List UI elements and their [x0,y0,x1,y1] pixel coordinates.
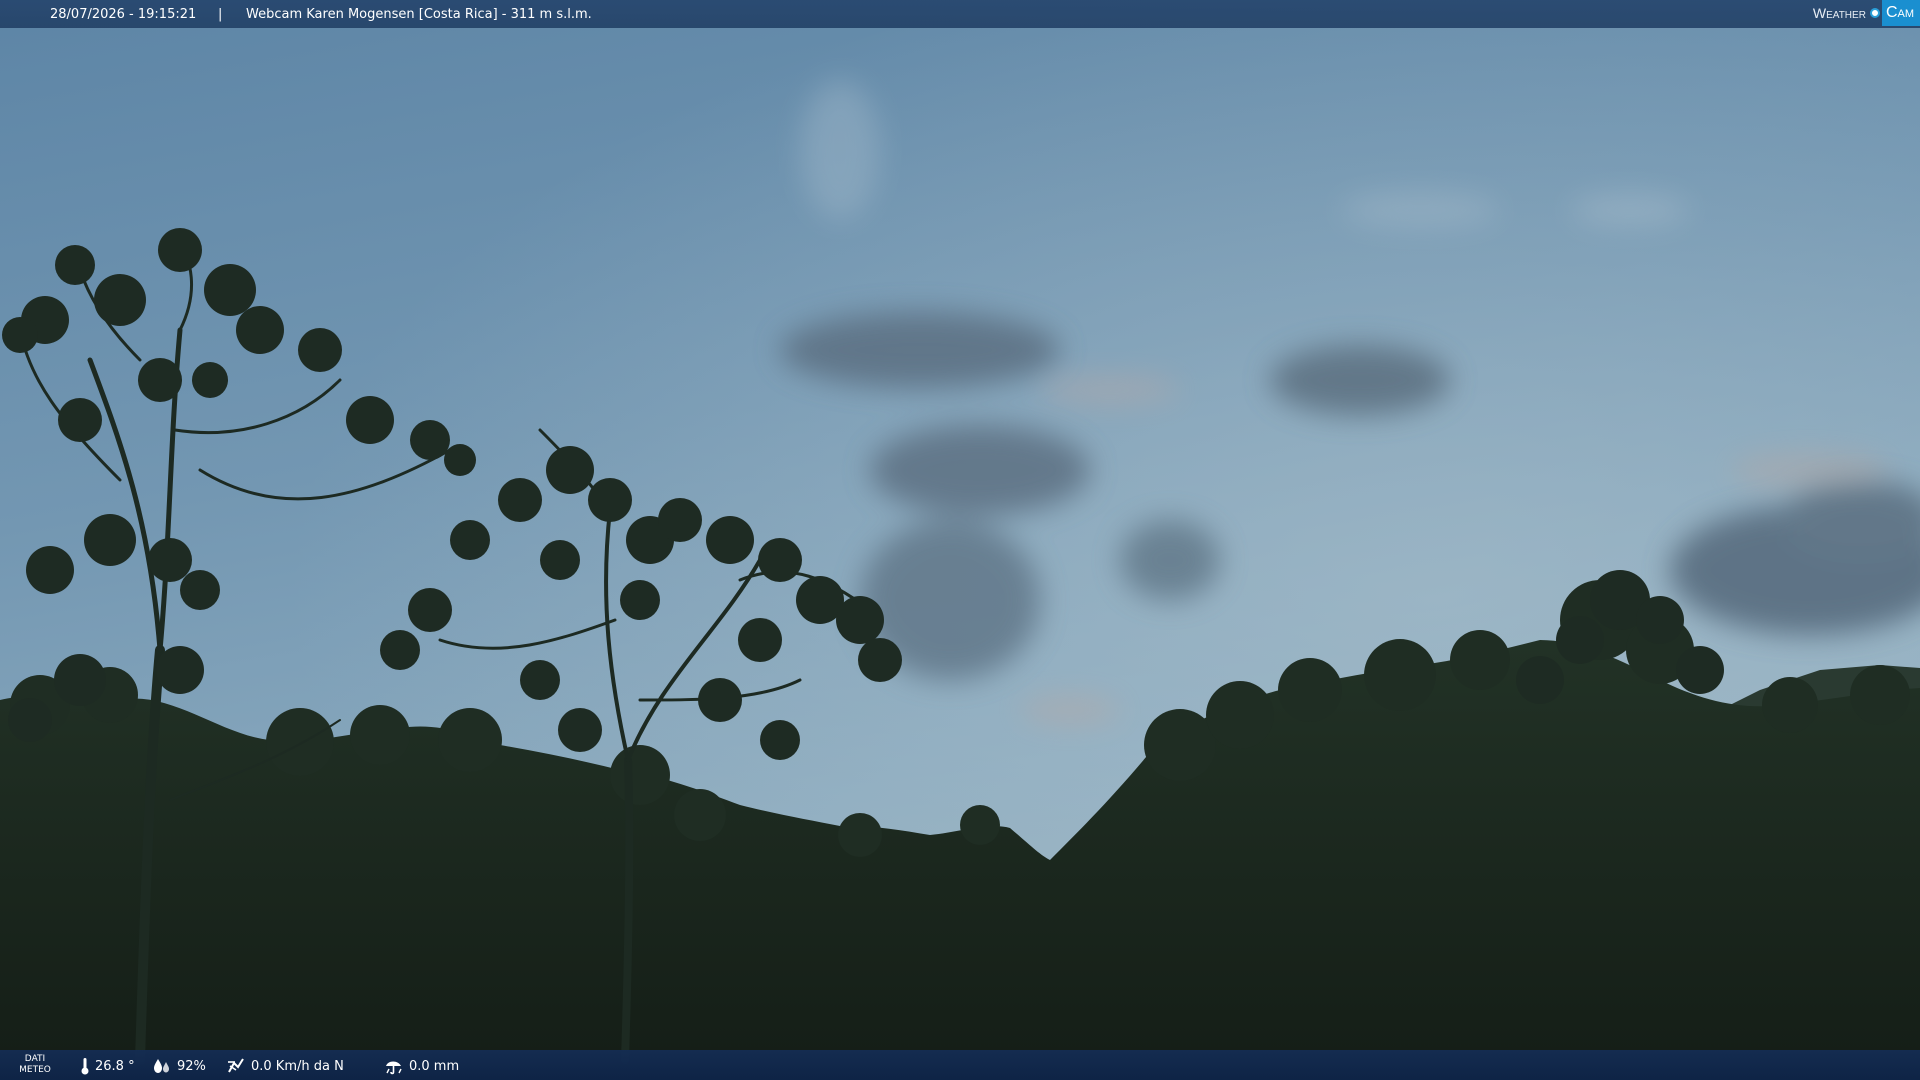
webcam-frame: 28/07/2026 - 19:15:21 | Webcam Karen Mog… [0,0,1920,1080]
temperature-reading: 26.8 ° [80,1057,135,1075]
humidity-value: 92% [177,1058,206,1074]
wind-icon [228,1058,244,1073]
weather-data-label: DATI METEO [19,1054,51,1075]
wind-reading: 0.0 Km/h da N [226,1057,344,1075]
info-bar: 28/07/2026 - 19:15:21 | Webcam Karen Mog… [0,0,1920,28]
webcam-title: Webcam Karen Mogensen [Costa Rica] - 311… [246,7,592,22]
timestamp: 28/07/2026 - 19:15:21 [50,7,197,22]
temperature-value: 26.8 ° [95,1058,135,1074]
humidity-icon [154,1059,169,1073]
weather-data-bar: DATI METEO 26.8 ° 92% 0.0 Km/h da N 0.0 … [0,1050,1920,1080]
logo-text-left: Weather [1812,5,1866,21]
rain-icon [386,1061,402,1075]
weathercam-logo: Weather Cam [1807,0,1920,26]
humidity-reading: 92% [152,1057,206,1075]
thermometer-icon [81,1058,89,1075]
logo-text-right: Cam [1881,0,1920,26]
rain-reading: 0.0 mm [384,1057,459,1075]
rain-value: 0.0 mm [409,1058,460,1074]
logo-dot-icon [1869,8,1880,18]
webcam-image [0,0,1920,1080]
wind-value: 0.0 Km/h da N [251,1058,344,1074]
separator: | [218,7,223,22]
